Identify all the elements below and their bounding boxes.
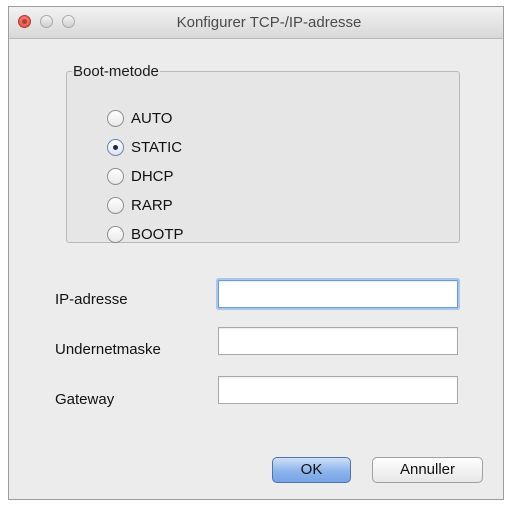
gateway-label: Gateway xyxy=(55,391,115,408)
subnet-mask-input[interactable] xyxy=(218,327,458,355)
window-title: Konfigurer TCP-/IP-adresse xyxy=(176,14,362,31)
ip-address-label: IP-adresse xyxy=(55,291,128,308)
radio-label-rarp: RARP xyxy=(131,196,173,214)
ok-button[interactable]: OK xyxy=(272,457,351,483)
radio-button-icon[interactable] xyxy=(107,109,124,127)
radio-rarp[interactable]: RARP xyxy=(107,194,173,216)
gateway-input[interactable] xyxy=(218,376,458,404)
radio-label-auto: AUTO xyxy=(131,109,173,127)
radio-label-dhcp: DHCP xyxy=(131,167,174,185)
dialog-window: Konfigurer TCP-/IP-adresse Boot-metode A… xyxy=(8,6,504,500)
radio-bootp[interactable]: BOOTP xyxy=(107,223,184,245)
radio-dhcp[interactable]: DHCP xyxy=(107,165,174,187)
boot-method-legend: Boot-metode xyxy=(73,63,159,80)
radio-label-bootp: BOOTP xyxy=(131,225,184,243)
radio-button-icon[interactable] xyxy=(107,167,124,185)
radio-button-selected-icon[interactable] xyxy=(107,138,124,156)
ip-address-input[interactable] xyxy=(218,280,458,308)
cancel-button[interactable]: Annuller xyxy=(372,457,483,483)
title-bar: Konfigurer TCP-/IP-adresse xyxy=(9,7,503,39)
boot-method-group: Boot-metode AUTO STATIC DHCP RARP BOOTP xyxy=(66,63,460,243)
radio-static[interactable]: STATIC xyxy=(107,136,182,158)
radio-button-icon[interactable] xyxy=(107,225,124,243)
radio-auto[interactable]: AUTO xyxy=(107,107,172,129)
radio-button-icon[interactable] xyxy=(107,196,124,214)
subnet-mask-label: Undernetmaske xyxy=(55,341,161,358)
radio-label-static: STATIC xyxy=(131,138,183,156)
